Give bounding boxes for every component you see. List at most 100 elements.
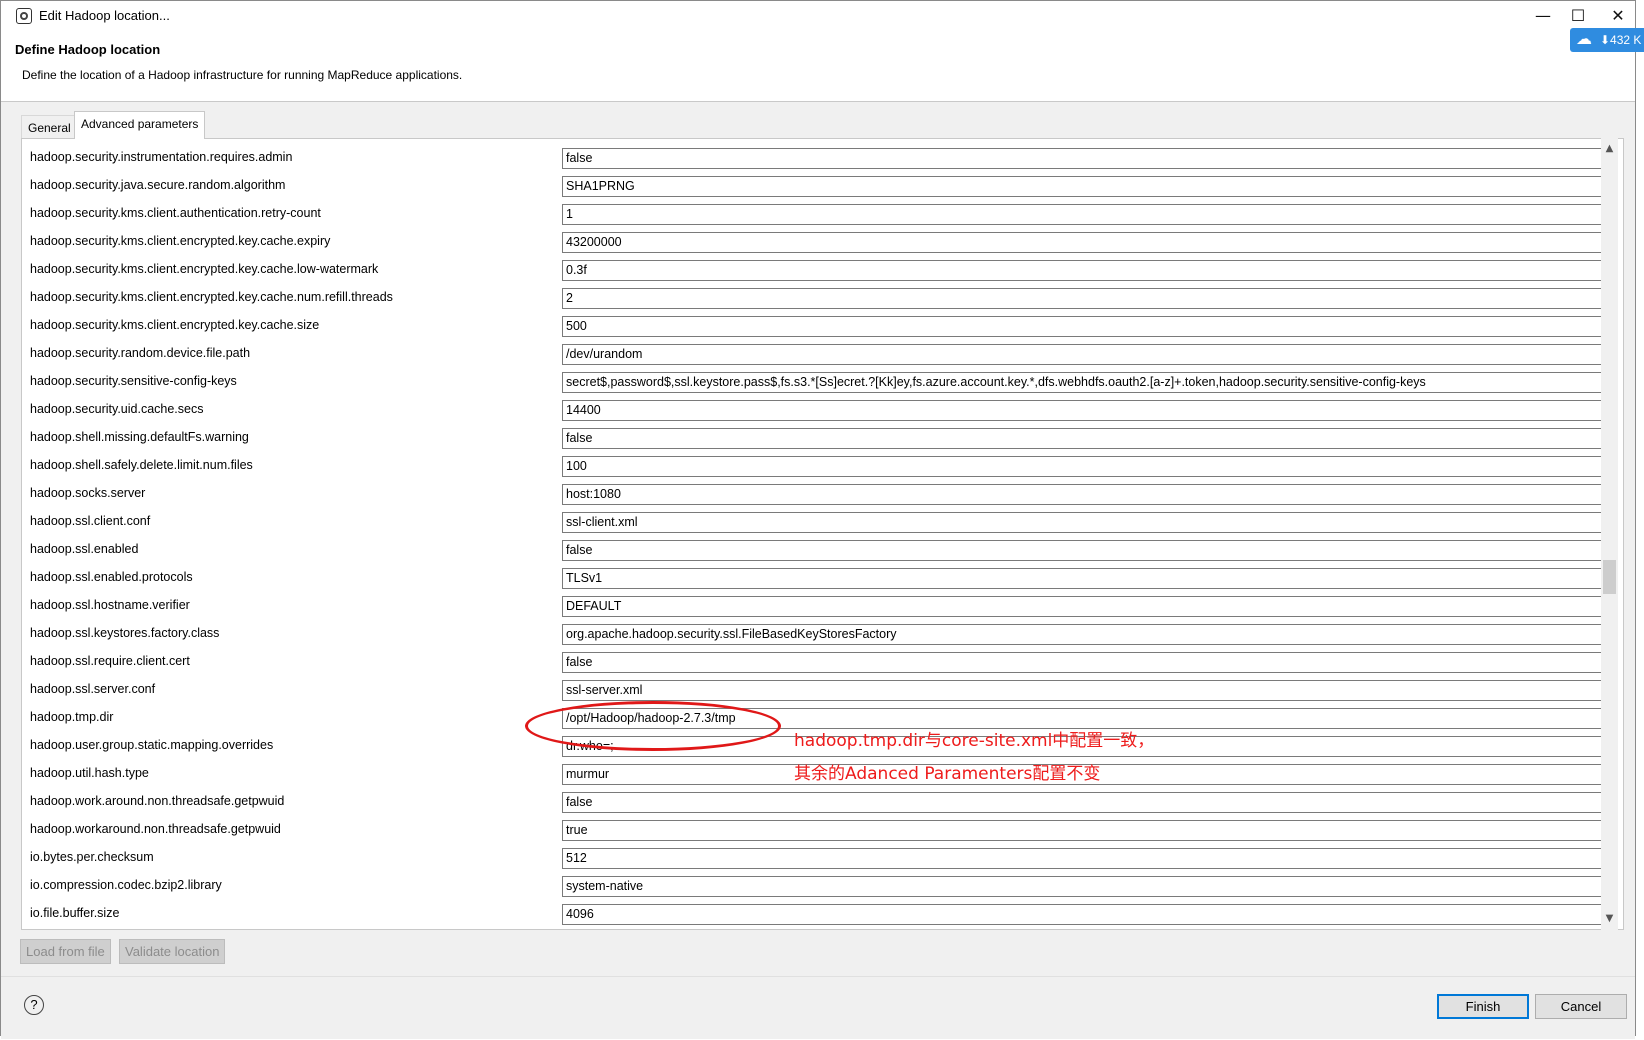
load-from-file-button[interactable]: Load from file — [20, 939, 111, 964]
parameter-value-field[interactable]: /dev/urandom — [562, 344, 1604, 365]
parameter-key: hadoop.user.group.static.mapping.overrid… — [30, 738, 274, 752]
parameter-value-field[interactable]: false — [562, 148, 1604, 169]
parameter-value-field[interactable]: 14400 — [562, 400, 1604, 421]
parameter-row: hadoop.ssl.keystores.factory.class org.ap… — [22, 621, 1604, 649]
advanced-parameters-panel: hadoop.security.instrumentation.requires… — [21, 138, 1624, 930]
parameter-row: hadoop.security.random.device.file.path /… — [22, 341, 1604, 369]
parameter-row: hadoop.shell.safely.delete.limit.num.fil… — [22, 453, 1604, 481]
parameter-value-field[interactable]: TLSv1 — [562, 568, 1604, 589]
parameter-key: hadoop.security.kms.client.authenticatio… — [30, 206, 321, 220]
tab-general[interactable]: General — [21, 115, 78, 139]
parameter-row: io.bytes.per.checksum 512 — [22, 845, 1604, 873]
parameter-value-field[interactable]: 2 — [562, 288, 1604, 309]
cloud-count: ⬇432 K — [1600, 33, 1642, 47]
parameter-key: hadoop.security.kms.client.encrypted.key… — [30, 290, 393, 304]
scroll-down-icon[interactable]: ▼ — [1601, 910, 1618, 927]
parameter-key: hadoop.work.around.non.threadsafe.getpwu… — [30, 794, 285, 808]
annotation-line-2: 其余的Adanced Paramenters配置不变 — [794, 764, 1101, 784]
close-button[interactable]: ✕ — [1596, 1, 1640, 31]
parameter-row: hadoop.work.around.non.threadsafe.getpwu… — [22, 789, 1604, 817]
parameter-value-field[interactable]: org.apache.hadoop.security.ssl.FileBased… — [562, 624, 1604, 645]
dialog-footer: ? Finish Cancel — [1, 976, 1635, 1039]
maximize-button[interactable]: ☐ — [1556, 1, 1600, 31]
parameter-key: hadoop.shell.missing.defaultFs.warning — [30, 430, 249, 444]
tab-advanced-parameters[interactable]: Advanced parameters — [74, 111, 206, 139]
window-title-bar: Edit Hadoop location... — ☐ ✕ — [1, 1, 1635, 31]
parameter-value-field[interactable]: 0.3f — [562, 260, 1604, 281]
scroll-thumb[interactable] — [1603, 560, 1616, 594]
parameter-row: hadoop.socks.server host:1080 — [22, 481, 1604, 509]
cancel-button[interactable]: Cancel — [1535, 994, 1627, 1019]
edit-hadoop-location-dialog: Edit Hadoop location... — ☐ ✕ Define Had… — [0, 0, 1636, 1039]
parameter-value-field[interactable]: 500 — [562, 316, 1604, 337]
parameter-row: hadoop.shell.missing.defaultFs.warning fa… — [22, 425, 1604, 453]
parameter-key: hadoop.ssl.server.conf — [30, 682, 156, 696]
parameter-row: hadoop.security.kms.client.encrypted.key… — [22, 313, 1604, 341]
parameter-key: hadoop.ssl.enabled — [30, 542, 139, 556]
parameter-value-field[interactable]: 512 — [562, 848, 1604, 869]
parameter-key: io.compression.codec.bzip2.library — [30, 878, 222, 892]
vertical-scrollbar[interactable]: ▲ ▼ — [1601, 138, 1618, 930]
parameter-value-field[interactable]: true — [562, 820, 1604, 841]
parameter-row: hadoop.security.uid.cache.secs 14400 — [22, 397, 1604, 425]
parameter-key: hadoop.socks.server — [30, 486, 146, 500]
parameter-row: hadoop.security.sensitive-config-keys sec… — [22, 369, 1604, 397]
scroll-up-icon[interactable]: ▲ — [1601, 140, 1618, 157]
parameter-value-field[interactable]: false — [562, 540, 1604, 561]
parameter-row: hadoop.workaround.non.threadsafe.getpwui… — [22, 817, 1604, 845]
parameter-key: hadoop.shell.safely.delete.limit.num.fil… — [30, 458, 253, 472]
parameter-row: hadoop.security.kms.client.encrypted.key… — [22, 257, 1604, 285]
parameter-value-field[interactable]: host:1080 — [562, 484, 1604, 505]
parameter-value-field[interactable]: 100 — [562, 456, 1604, 477]
help-icon[interactable]: ? — [24, 995, 44, 1015]
parameter-key: hadoop.security.sensitive-config-keys — [30, 374, 237, 388]
parameter-key: hadoop.security.instrumentation.requires… — [30, 150, 293, 164]
parameter-key: hadoop.ssl.require.client.cert — [30, 654, 190, 668]
parameter-key: hadoop.security.kms.client.encrypted.key… — [30, 234, 331, 248]
parameter-row: hadoop.security.instrumentation.requires… — [22, 145, 1604, 173]
parameter-key: hadoop.security.uid.cache.secs — [30, 402, 204, 416]
parameter-value-field[interactable]: DEFAULT — [562, 596, 1604, 617]
page-description: Define the location of a Hadoop infrastr… — [22, 68, 463, 82]
cloud-sync-widget[interactable]: ☁ ⬇432 K — [1570, 28, 1644, 52]
parameter-row: hadoop.ssl.hostname.verifier DEFAULT — [22, 593, 1604, 621]
parameter-key: hadoop.ssl.enabled.protocols — [30, 570, 193, 584]
parameter-row: hadoop.ssl.client.conf ssl-client.xml — [22, 509, 1604, 537]
parameter-value-field[interactable]: SHA1PRNG — [562, 176, 1604, 197]
parameter-value-field[interactable]: 43200000 — [562, 232, 1604, 253]
annotation-line-1: hadoop.tmp.dir与core-site.xml中配置一致， — [794, 731, 1155, 751]
parameter-key: hadoop.security.java.secure.random.algor… — [30, 178, 286, 192]
parameter-row: hadoop.security.java.secure.random.algor… — [22, 173, 1604, 201]
parameter-key: hadoop.tmp.dir — [30, 710, 114, 724]
parameter-row: hadoop.ssl.require.client.cert false — [22, 649, 1604, 677]
page-title: Define Hadoop location — [15, 42, 161, 57]
parameter-value-field[interactable]: ssl-client.xml — [562, 512, 1604, 533]
parameter-key: hadoop.security.kms.client.encrypted.key… — [30, 318, 320, 332]
parameter-value-field[interactable]: 1 — [562, 204, 1604, 225]
parameter-key: hadoop.security.random.device.file.path — [30, 346, 251, 360]
app-icon — [16, 8, 32, 24]
parameter-value-field[interactable]: ssl-server.xml — [562, 680, 1604, 701]
parameter-value-field[interactable]: system-native — [562, 876, 1604, 897]
parameter-key: hadoop.workaround.non.threadsafe.getpwui… — [30, 822, 281, 836]
parameter-row: hadoop.security.kms.client.encrypted.key… — [22, 285, 1604, 313]
parameter-row: hadoop.ssl.enabled.protocols TLSv1 — [22, 565, 1604, 593]
validate-location-button[interactable]: Validate location — [119, 939, 226, 964]
parameter-value-field[interactable]: false — [562, 792, 1604, 813]
parameter-key: io.file.buffer.size — [30, 906, 120, 920]
parameter-value-field[interactable]: secret$,password$,ssl.keystore.pass$,fs.… — [562, 372, 1604, 393]
cloud-icon: ☁ — [1576, 31, 1592, 48]
parameter-key: hadoop.ssl.keystores.factory.class — [30, 626, 220, 640]
parameter-row: hadoop.ssl.server.conf ssl-server.xml — [22, 677, 1604, 705]
parameter-key: hadoop.util.hash.type — [30, 766, 149, 780]
parameter-row: hadoop.ssl.enabled false — [22, 537, 1604, 565]
parameter-row: hadoop.security.kms.client.encrypted.key… — [22, 229, 1604, 257]
parameter-row: hadoop.security.kms.client.authenticatio… — [22, 201, 1604, 229]
parameter-key: hadoop.security.kms.client.encrypted.key… — [30, 262, 379, 276]
parameter-value-field[interactable]: false — [562, 652, 1604, 673]
parameter-value-field[interactable]: 4096 — [562, 904, 1604, 925]
dialog-header: Define Hadoop location Define the locati… — [1, 31, 1635, 102]
parameter-value-field[interactable]: false — [562, 428, 1604, 449]
finish-button[interactable]: Finish — [1437, 994, 1529, 1019]
parameter-key: hadoop.ssl.client.conf — [30, 514, 151, 528]
